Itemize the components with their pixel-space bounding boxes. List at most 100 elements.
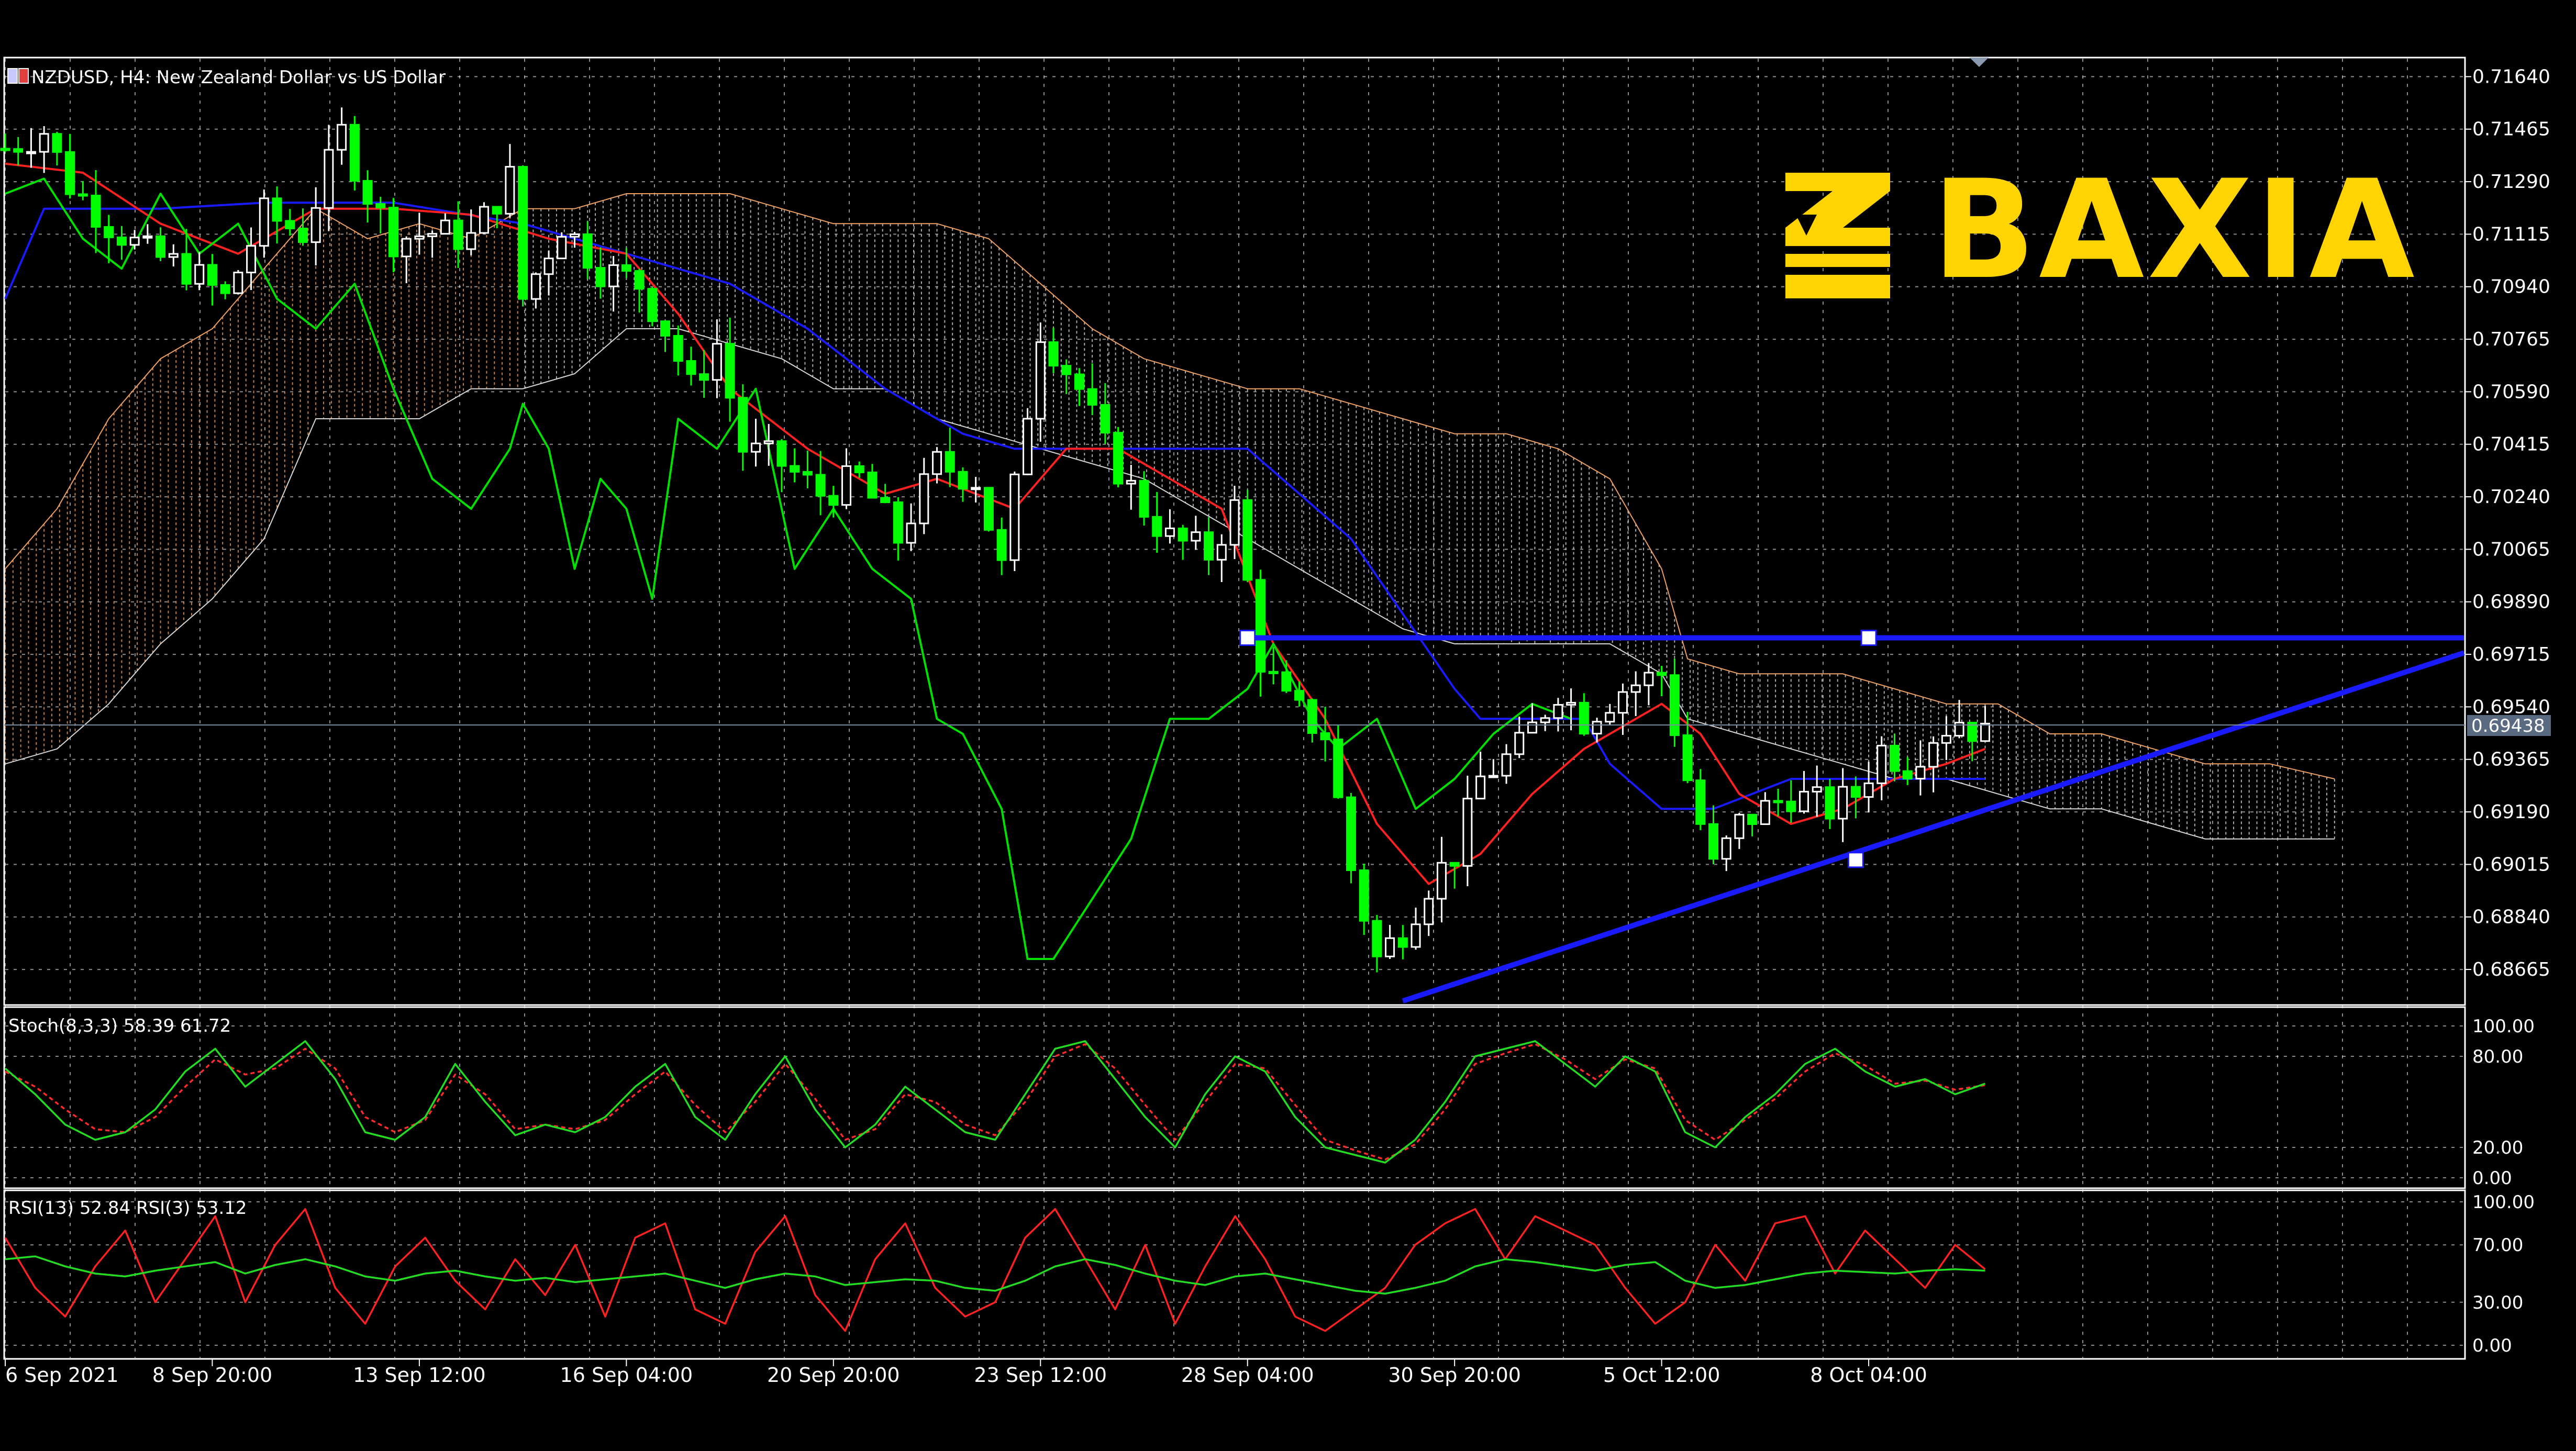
candle-body bbox=[569, 233, 580, 238]
rsi-tick-label: 0.00 bbox=[2472, 1335, 2512, 1356]
candle-body bbox=[660, 320, 671, 337]
candle-body bbox=[1385, 937, 1395, 957]
candle-body bbox=[1281, 671, 1292, 692]
price-tick-label: 0.69715 bbox=[2472, 644, 2550, 665]
candle-body bbox=[1928, 742, 1939, 768]
candle-body bbox=[1100, 404, 1111, 434]
stoch-label: Stoch(8,3,3) 58.39 61.72 bbox=[8, 1015, 231, 1036]
price-tick-label: 0.70765 bbox=[2472, 329, 2550, 350]
candle-body bbox=[1566, 701, 1576, 706]
candle-body bbox=[207, 264, 217, 286]
candle-body bbox=[1048, 341, 1059, 367]
candle-body bbox=[1475, 775, 1486, 800]
candle-body bbox=[1812, 786, 1822, 793]
candle-body bbox=[1436, 862, 1447, 900]
candle-body bbox=[686, 360, 696, 375]
stoch-signal-line bbox=[5, 1043, 1985, 1160]
candle-body bbox=[1798, 790, 1809, 812]
candle-body bbox=[77, 193, 88, 197]
candle-body bbox=[91, 194, 101, 228]
stoch-tick-label: 0.00 bbox=[2472, 1168, 2512, 1189]
candle-body bbox=[168, 253, 179, 258]
price-tick-label: 0.69365 bbox=[2472, 749, 2550, 771]
candle-body bbox=[880, 497, 891, 503]
candle-body bbox=[932, 451, 942, 475]
candle-body bbox=[1902, 770, 1913, 780]
candle-body bbox=[1359, 869, 1369, 922]
candle-body bbox=[1773, 800, 1783, 803]
time-tick-label: 20 Sep 20:00 bbox=[767, 1364, 900, 1387]
price-tick-label: 0.70065 bbox=[2472, 539, 2550, 560]
candle-body bbox=[1488, 775, 1498, 778]
candle-body bbox=[1074, 373, 1084, 390]
candle-body bbox=[1695, 779, 1706, 825]
stoch-lines bbox=[4, 1040, 1986, 1164]
rsi-axis: 100.00 70.00 30.00 0.00 bbox=[2472, 1192, 2535, 1356]
candle-body bbox=[790, 465, 800, 473]
chart-window-icon[interactable] bbox=[7, 67, 29, 86]
time-tick-label: 16 Sep 04:00 bbox=[560, 1364, 693, 1387]
price-tick-label: 0.70590 bbox=[2472, 381, 2550, 403]
candle-body bbox=[1333, 739, 1343, 798]
candle-body bbox=[828, 495, 839, 506]
candle-body bbox=[297, 227, 308, 243]
candle-body bbox=[1527, 721, 1537, 734]
candle-body bbox=[39, 133, 49, 153]
candle-body bbox=[1657, 672, 1667, 676]
time-tick-label: 8 Sep 20:00 bbox=[152, 1364, 272, 1387]
candle-body bbox=[1540, 717, 1550, 723]
candle-body bbox=[1863, 782, 1874, 798]
candle-body bbox=[595, 267, 606, 287]
candle-body bbox=[763, 440, 774, 444]
candle-body bbox=[26, 151, 36, 154]
candle-body bbox=[621, 264, 631, 272]
candle-body bbox=[893, 501, 903, 544]
candle-body bbox=[557, 236, 567, 260]
candle-body bbox=[1825, 786, 1835, 820]
candle-body bbox=[1242, 499, 1253, 581]
chart-shift-marker[interactable] bbox=[1970, 58, 1989, 67]
candle-body bbox=[867, 471, 878, 499]
candle-body bbox=[673, 334, 683, 362]
candle-body bbox=[1592, 721, 1602, 735]
price-tick-label: 0.71115 bbox=[2472, 224, 2550, 245]
candle-body bbox=[1682, 734, 1693, 782]
price-tick-label: 0.69015 bbox=[2472, 854, 2550, 875]
candle-body bbox=[582, 233, 593, 269]
candle-body bbox=[1255, 579, 1265, 673]
candle-body bbox=[1164, 527, 1175, 537]
trendline-handle bbox=[1847, 852, 1864, 868]
price-tick-label: 0.71290 bbox=[2472, 171, 2550, 193]
candle-body bbox=[104, 226, 114, 238]
candle-body bbox=[1216, 544, 1227, 561]
candle-body bbox=[1617, 691, 1628, 714]
candle-body bbox=[52, 133, 62, 153]
candle-body bbox=[1191, 531, 1201, 542]
candle-body bbox=[699, 373, 709, 381]
trendline-handle bbox=[1860, 630, 1877, 646]
price-tick-label: 0.71465 bbox=[2472, 119, 2550, 140]
candle-body bbox=[543, 258, 554, 275]
rsi3-line bbox=[4, 1208, 1986, 1332]
candle-body bbox=[310, 207, 321, 243]
candle-body bbox=[1877, 744, 1887, 784]
candle-body bbox=[1786, 800, 1796, 812]
candle-body bbox=[362, 180, 373, 205]
stoch-tick-label: 20.00 bbox=[2472, 1137, 2523, 1158]
candle-body bbox=[608, 264, 619, 287]
candle-body bbox=[1152, 516, 1162, 537]
candle-body bbox=[129, 237, 140, 246]
stoch-main-line bbox=[4, 1040, 1986, 1164]
candle-body bbox=[1449, 862, 1460, 867]
candle-body bbox=[647, 288, 658, 322]
candle-body bbox=[479, 206, 489, 234]
time-tick-label: 8 Oct 04:00 bbox=[1810, 1364, 1927, 1387]
candle-body bbox=[1009, 473, 1020, 561]
candle-body bbox=[1747, 813, 1758, 825]
candle-body bbox=[1553, 704, 1563, 719]
candle-body bbox=[466, 232, 476, 250]
candle-body bbox=[996, 529, 1007, 561]
candle-body bbox=[1372, 920, 1382, 957]
candle-body bbox=[505, 166, 515, 215]
candle-body bbox=[1087, 388, 1097, 406]
